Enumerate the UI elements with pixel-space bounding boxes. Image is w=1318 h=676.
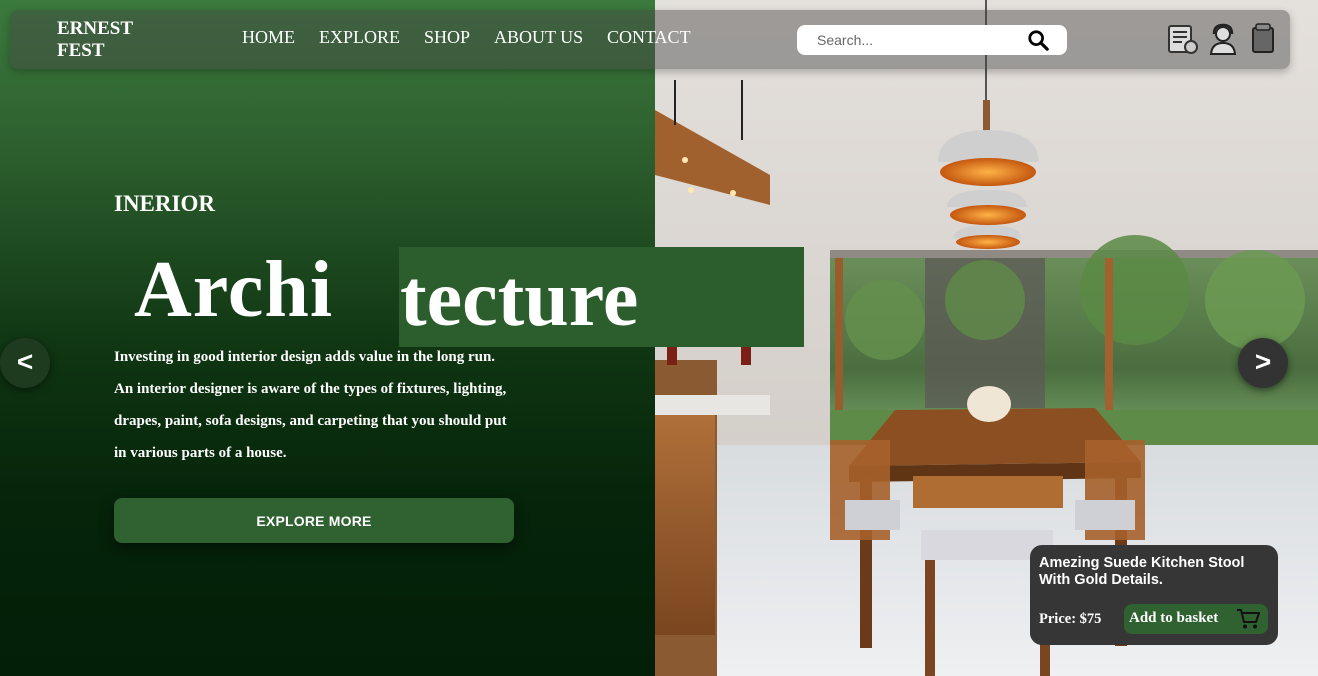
- hero-description-line: An interior designer is aware of the typ…: [114, 381, 507, 397]
- product-card: Amezing Suede Kitchen Stool With Gold De…: [1030, 545, 1278, 645]
- support-agent-icon[interactable]: [1206, 22, 1240, 56]
- hero-title-part-2: tecture: [400, 255, 639, 343]
- nav-shop[interactable]: SHOP: [424, 27, 470, 48]
- checklist-icon[interactable]: [1166, 22, 1200, 56]
- search-bar: [797, 25, 1067, 55]
- cart-icon: [1237, 609, 1260, 629]
- nav-home[interactable]: HOME: [242, 27, 295, 48]
- explore-more-button[interactable]: EXPLORE MORE: [114, 498, 514, 543]
- nav-contact[interactable]: CONTACT: [607, 27, 691, 48]
- hero-description-line: drapes, paint, sofa designs, and carpeti…: [114, 413, 507, 429]
- hero-description: Investing in good interior design adds v…: [114, 341, 534, 469]
- add-to-basket-label: Add to basket: [1129, 610, 1219, 626]
- brand-line-1: ERNEST: [57, 18, 134, 39]
- brand-line-2: FEST: [57, 40, 105, 61]
- add-to-basket-button[interactable]: Add to basket: [1124, 604, 1268, 634]
- hero-description-line: Investing in good interior design adds v…: [114, 349, 496, 365]
- product-price: Price: $75: [1039, 611, 1102, 627]
- search-icon[interactable]: [1027, 29, 1049, 51]
- hero-eyebrow: INERIOR: [114, 191, 215, 216]
- basket-icon[interactable]: [1246, 22, 1280, 56]
- brand-logo[interactable]: ERNEST FEST: [57, 18, 133, 62]
- nav-explore[interactable]: EXPLORE: [319, 27, 400, 48]
- carousel-prev-button[interactable]: <: [0, 338, 50, 388]
- hero-title-part-1: Archi: [134, 246, 334, 334]
- carousel-next-button[interactable]: >: [1238, 338, 1288, 388]
- product-title: Amezing Suede Kitchen Stool With Gold De…: [1039, 555, 1245, 588]
- search-input[interactable]: [817, 31, 1017, 49]
- hero-description-line: in various parts of a house.: [114, 445, 287, 461]
- nav-about-us[interactable]: ABOUT US: [494, 27, 583, 48]
